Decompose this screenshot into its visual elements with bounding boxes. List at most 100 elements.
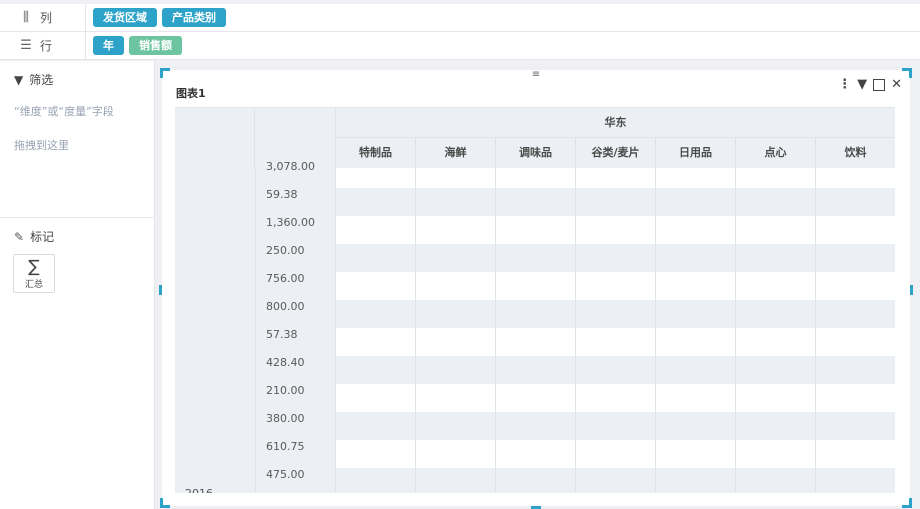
grid-cell bbox=[495, 384, 575, 412]
grid-cell bbox=[335, 328, 415, 356]
grid-cell bbox=[735, 356, 815, 384]
columns-label: 列 bbox=[40, 11, 53, 25]
grid-cell bbox=[575, 356, 655, 384]
grid-cell bbox=[415, 160, 495, 188]
aggregate-label: 汇总 bbox=[24, 280, 43, 290]
grid-row bbox=[335, 384, 895, 412]
chart-title: 图表1 bbox=[176, 87, 206, 100]
grid-cell bbox=[415, 356, 495, 384]
columns-shelf: ⫼ 列 发货区域 产品类别 bbox=[0, 4, 920, 32]
filter-drop-zone[interactable]: “维度”或“度量”字段 拖拽到这里 bbox=[14, 95, 149, 163]
pill-product-category[interactable]: 产品类别 bbox=[162, 8, 226, 27]
grid-cell bbox=[735, 244, 815, 272]
grid-cell bbox=[575, 216, 655, 244]
close-icon[interactable]: ✕ bbox=[891, 77, 902, 92]
grid-cell bbox=[415, 300, 495, 328]
grid-cell bbox=[335, 384, 415, 412]
grid-cell bbox=[575, 244, 655, 272]
pill-sales[interactable]: 销售额 bbox=[129, 36, 182, 55]
grid-cell bbox=[415, 216, 495, 244]
grid-cell bbox=[575, 300, 655, 328]
grid-row bbox=[335, 328, 895, 356]
rows-pill-list: 年 销售额 bbox=[86, 36, 187, 55]
chart-toolbar: ⋮ ▼ ✕ bbox=[838, 77, 902, 92]
grid-cell bbox=[815, 244, 895, 272]
grid-cell bbox=[495, 356, 575, 384]
grid-cell bbox=[335, 160, 415, 188]
grid-cell bbox=[735, 188, 815, 216]
region-header: 华东 bbox=[335, 108, 895, 138]
sales-value-cell: 428.40 bbox=[266, 356, 305, 369]
grid-cell bbox=[495, 440, 575, 468]
sigma-icon: ∑ bbox=[28, 257, 40, 277]
columns-pill-list: 发货区域 产品类别 bbox=[86, 8, 231, 27]
grid-cell bbox=[335, 188, 415, 216]
resize-handle-top-right[interactable] bbox=[902, 68, 912, 78]
grid-row bbox=[335, 272, 895, 300]
filter-toggle-icon[interactable]: ▼ bbox=[857, 77, 867, 92]
grid-cell bbox=[575, 412, 655, 440]
grid-cell bbox=[655, 440, 735, 468]
rows-shelf-label: ☰ 行 bbox=[0, 32, 86, 59]
grid-cell bbox=[495, 300, 575, 328]
grid-cell bbox=[415, 244, 495, 272]
grid-cell bbox=[815, 300, 895, 328]
rows-shelf: ☰ 行 年 销售额 bbox=[0, 32, 920, 60]
grid-cell bbox=[495, 468, 575, 493]
grid-cell bbox=[735, 272, 815, 300]
grid-row bbox=[335, 244, 895, 272]
grid-cell bbox=[415, 412, 495, 440]
resize-handle-right[interactable] bbox=[910, 285, 913, 295]
sales-value-cell: 59.38 bbox=[266, 188, 298, 201]
resize-handle-top-left[interactable] bbox=[160, 68, 170, 78]
grid-cell bbox=[335, 244, 415, 272]
grid-cell bbox=[575, 160, 655, 188]
drag-grip-icon[interactable]: ≡ bbox=[530, 70, 542, 80]
grid-cell bbox=[735, 384, 815, 412]
chart-card[interactable]: ≡ 图表1 ⋮ ▼ ✕ 华东 特制品 海鲜 调味品 谷类/麦片 日用品 点心 饮… bbox=[159, 68, 913, 509]
crosstab-table: 华东 特制品 海鲜 调味品 谷类/麦片 日用品 点心 饮料 2016 3,078… bbox=[175, 107, 895, 493]
maximize-icon[interactable] bbox=[873, 78, 886, 91]
pill-year[interactable]: 年 bbox=[93, 36, 124, 55]
grid-cell bbox=[655, 272, 735, 300]
grid-cell bbox=[335, 216, 415, 244]
grid-row bbox=[335, 468, 895, 493]
grid-cell bbox=[495, 328, 575, 356]
grid-cell bbox=[815, 356, 895, 384]
grid-cell bbox=[415, 328, 495, 356]
rows-label: 行 bbox=[40, 39, 53, 53]
sales-value-cell: 210.00 bbox=[266, 384, 305, 397]
grid-cell bbox=[575, 188, 655, 216]
sales-value-cell: 57.38 bbox=[266, 328, 298, 341]
resize-handle-bottom-right[interactable] bbox=[902, 498, 912, 508]
grid-cell bbox=[335, 412, 415, 440]
grid-cell bbox=[335, 356, 415, 384]
data-grid bbox=[335, 160, 895, 493]
more-options-icon[interactable]: ⋮ bbox=[838, 77, 851, 92]
aggregate-mark-button[interactable]: ∑ 汇总 bbox=[13, 254, 55, 293]
pill-ship-region[interactable]: 发货区域 bbox=[93, 8, 157, 27]
grid-cell bbox=[815, 412, 895, 440]
filter-hint-line1: “维度”或“度量”字段 bbox=[14, 105, 114, 118]
grid-cell bbox=[815, 272, 895, 300]
grid-row bbox=[335, 160, 895, 188]
grid-cell bbox=[655, 188, 735, 216]
resize-handle-left[interactable] bbox=[159, 285, 162, 295]
grid-cell bbox=[655, 328, 735, 356]
grid-cell bbox=[815, 384, 895, 412]
sales-value-cell: 800.00 bbox=[266, 300, 305, 313]
rows-icon: ☰ bbox=[20, 38, 32, 53]
grid-cell bbox=[655, 216, 735, 244]
grid-cell bbox=[495, 412, 575, 440]
grid-cell bbox=[415, 272, 495, 300]
resize-handle-bottom-left[interactable] bbox=[160, 498, 170, 508]
sales-value-cell: 380.00 bbox=[266, 412, 305, 425]
grid-cell bbox=[575, 468, 655, 493]
sales-value-cell: 475.00 bbox=[266, 468, 305, 481]
sales-value-cell: 756.00 bbox=[266, 272, 305, 285]
grid-cell bbox=[415, 384, 495, 412]
grid-cell bbox=[815, 440, 895, 468]
grid-cell bbox=[735, 160, 815, 188]
grid-cell bbox=[735, 216, 815, 244]
grid-cell bbox=[335, 440, 415, 468]
